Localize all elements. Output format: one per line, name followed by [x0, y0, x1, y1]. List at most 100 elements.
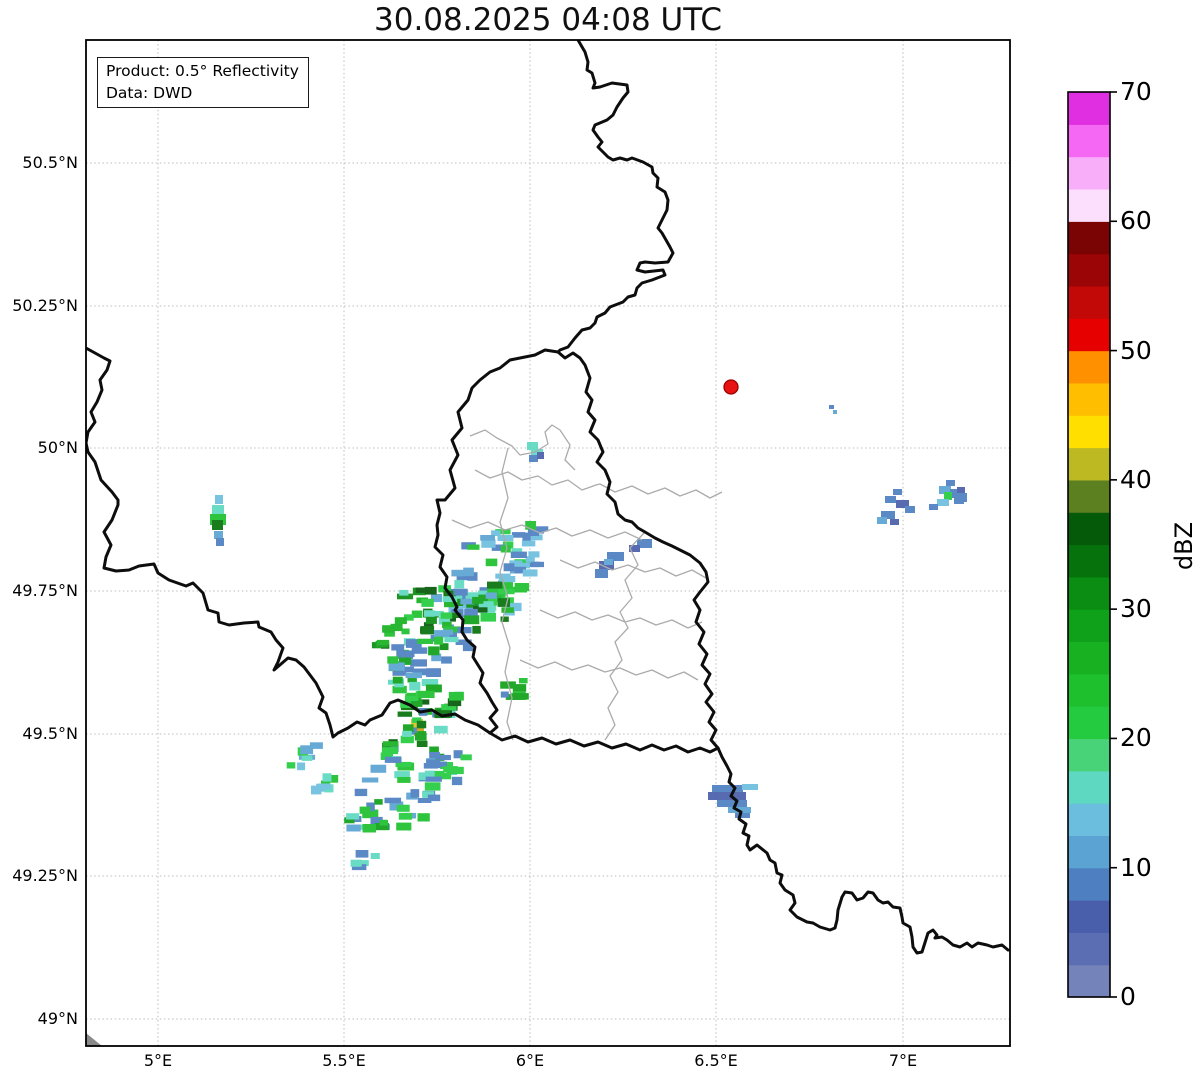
radar-echo-cell [424, 782, 441, 791]
radar-echo-cell [429, 752, 440, 759]
radar-echo-cell [346, 813, 360, 820]
radar-echo-cell [318, 783, 331, 790]
radar-echo-cell [286, 762, 296, 769]
colorbar-segment [1068, 900, 1110, 933]
radar-echo-cell [485, 558, 498, 567]
radar-echo-cell [374, 799, 383, 805]
radar-echo-cell [396, 804, 410, 812]
country-border-line [556, 40, 675, 354]
radar-echo-cell [537, 452, 544, 459]
colorbar-segment [1068, 350, 1110, 384]
radar-echo-cell [480, 535, 495, 541]
radar-echo-cell [905, 506, 915, 513]
radar-echo-cell [397, 777, 411, 783]
radar-echo-cell [472, 625, 481, 634]
graticule [86, 40, 1010, 1046]
admin-border-line [474, 469, 723, 499]
lat-tick-label: 50°N [37, 438, 78, 457]
lat-tick-label: 49°N [37, 1009, 78, 1028]
radar-echo-cell [355, 850, 369, 858]
radar-echo-cell [833, 410, 837, 414]
radar-echo-cell [381, 747, 399, 755]
radar-echo-cell [511, 532, 526, 538]
radar-echo-cell [354, 788, 368, 797]
colorbar-tick-label: 70 [1120, 77, 1152, 106]
lat-tick-label: 50.25°N [12, 296, 78, 315]
radar-echo-cell [416, 720, 427, 729]
colorbar-segment [1068, 221, 1110, 255]
radar-echo-cell [322, 773, 332, 782]
radar-echo-cell [708, 792, 746, 800]
data-source-line: Data: DWD [106, 84, 193, 102]
lon-tick-label: 6.5°E [694, 1051, 738, 1070]
colorbar-segment [1068, 447, 1110, 481]
radar-echo-cell [885, 496, 896, 503]
radar-echo-cell [454, 579, 465, 589]
radar-echo-cell [301, 755, 313, 761]
radar-echo-cell [417, 690, 435, 699]
colorbar-segment [1068, 867, 1110, 901]
lat-tick-label: 50.5°N [22, 153, 78, 172]
radar-echo-cell [402, 730, 412, 737]
radar-echo-cell [417, 813, 430, 822]
radar-echo-cell [428, 646, 440, 656]
radar-echo-cell [501, 607, 514, 613]
colorbar-tick-label: 60 [1120, 206, 1152, 236]
radar-echo-cell [434, 725, 448, 734]
radar-echo-cell [346, 824, 361, 832]
radar-echo-cell [370, 853, 380, 859]
radar-echo-cell [212, 505, 224, 515]
radar-echo-cell [434, 636, 444, 645]
colorbar-tick-label: 40 [1120, 464, 1152, 494]
radar-echo-cell [404, 696, 419, 701]
radar-echo-cell [379, 819, 388, 826]
radar-echo-cell [487, 581, 503, 589]
colorbar-tick-label: 0 [1120, 982, 1136, 1011]
radar-echo-cell [946, 480, 955, 486]
radar-echo-cell [384, 797, 402, 804]
radar-echo-layer [210, 405, 967, 871]
colorbar-segment [1068, 544, 1110, 578]
radar-echo-cell [426, 668, 441, 677]
lon-tick-label: 5.5°E [322, 1051, 366, 1070]
radar-echo-cell [410, 659, 427, 667]
colorbar-segment [1068, 318, 1110, 352]
radar-echo-cell [441, 656, 452, 664]
colorbar-segment [1068, 188, 1110, 222]
colorbar-segment [1068, 673, 1110, 707]
radar-echo-cell [472, 596, 484, 604]
radar-echo-cell [525, 556, 535, 563]
radar-echo-cell [735, 813, 750, 818]
colorbar-segment [1068, 835, 1110, 869]
radar-echo-cell [396, 822, 412, 831]
radar-echo-cell [440, 612, 453, 619]
radar-echo-cell [529, 455, 538, 462]
lon-tick-label: 6°E [515, 1051, 545, 1070]
radar-echo-cell [362, 824, 376, 833]
radar-echo-cell [384, 756, 402, 763]
colorbar-segment [1068, 932, 1110, 966]
colorbar-tick-label: 30 [1120, 594, 1152, 624]
radar-echo-cell [361, 777, 379, 783]
radar-echo-cell [503, 563, 515, 572]
radar-echo-cell [441, 754, 451, 761]
country-border-line [433, 348, 560, 735]
product-line: Product: 0.5° Reflectivity [106, 62, 299, 80]
colorbar-segment [1068, 770, 1110, 804]
radar-echo-cell [595, 569, 608, 578]
radar-echo-cell [513, 693, 529, 700]
radar-echo-cell [929, 504, 938, 510]
radar-echo-cell [444, 636, 459, 643]
radar-echo-cell [521, 540, 536, 547]
admin-border-line [559, 559, 707, 579]
radar-echo-cell [382, 741, 399, 747]
radar-echo-cell [480, 613, 496, 622]
radar-echo-cell [877, 517, 887, 524]
radar-echo-cell [406, 651, 415, 657]
radar-echo-cell [417, 731, 427, 739]
radar-echo-cell [391, 644, 405, 651]
colorbar-segment [1068, 415, 1110, 449]
radar-site-marker [723, 379, 739, 395]
colorbar-segment [1068, 803, 1110, 836]
colorbar-segment [1068, 285, 1110, 319]
